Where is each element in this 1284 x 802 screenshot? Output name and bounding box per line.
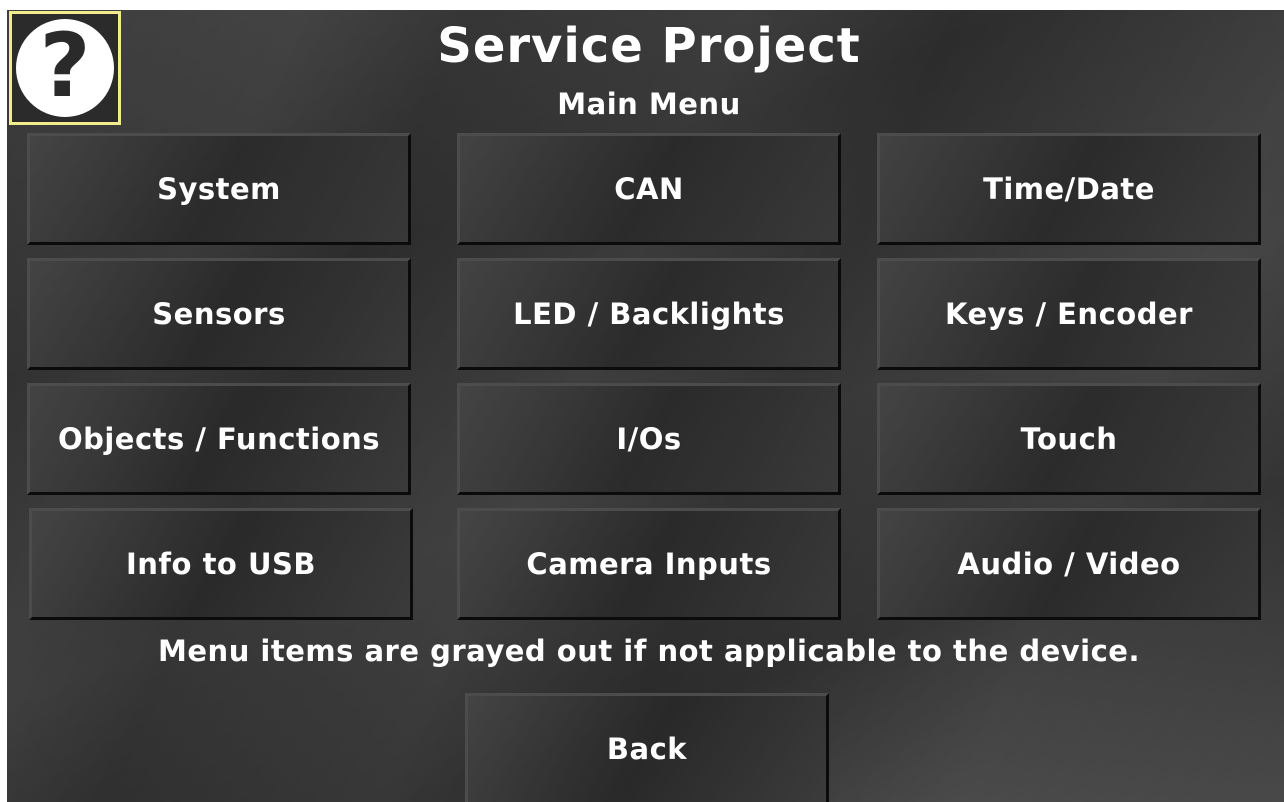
can-button[interactable]: CAN bbox=[457, 133, 841, 245]
grayed-out-note: Menu items are grayed out if not applica… bbox=[158, 634, 1140, 668]
page-title: Service Project bbox=[437, 18, 861, 74]
sensors-button[interactable]: Sensors bbox=[27, 258, 411, 370]
page-subtitle: Main Menu bbox=[557, 87, 741, 121]
audio-video-button[interactable]: Audio / Video bbox=[877, 508, 1261, 620]
service-screen: ? Service Project Main Menu System CAN T… bbox=[7, 10, 1284, 802]
time-date-button[interactable]: Time/Date bbox=[877, 133, 1261, 245]
led-backlights-button[interactable]: LED / Backlights bbox=[457, 258, 841, 370]
objects-functions-button[interactable]: Objects / Functions bbox=[27, 383, 411, 495]
camera-inputs-button[interactable]: Camera Inputs bbox=[457, 508, 841, 620]
system-button[interactable]: System bbox=[27, 133, 411, 245]
info-to-usb-button[interactable]: Info to USB bbox=[29, 508, 413, 620]
ios-button[interactable]: I/Os bbox=[457, 383, 841, 495]
back-button[interactable]: Back bbox=[465, 693, 829, 802]
touch-button[interactable]: Touch bbox=[877, 383, 1261, 495]
keys-encoder-button[interactable]: Keys / Encoder bbox=[877, 258, 1261, 370]
